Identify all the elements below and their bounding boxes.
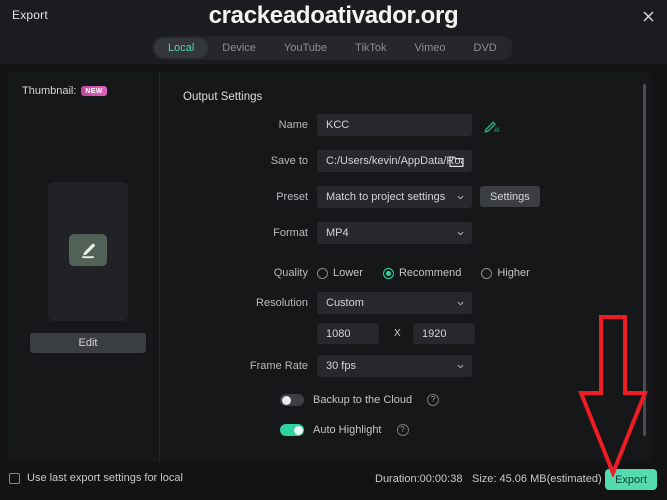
thumbnail-preview[interactable] [48,182,128,321]
svg-text:AI: AI [494,128,500,134]
watermark-text: crackeadoativador.org [208,2,459,29]
thumbnail-label-row: Thumbnail: NEW [22,85,107,97]
format-select[interactable]: MP4 [317,222,472,244]
ai-pen-icon[interactable]: AI [483,116,501,134]
resolution-dimensions-row: X [160,323,651,345]
format-label: Format [273,227,308,239]
backup-cloud-row: Backup to the Cloud ? [280,394,440,406]
chevron-down-icon [457,301,464,306]
auto-highlight-row: Auto Highlight ? [280,424,409,436]
resolution-separator: X [394,328,401,339]
format-row: Format MP4 [160,222,651,244]
help-icon[interactable]: ? [396,424,409,436]
folder-icon[interactable] [449,154,464,168]
thumbnail-label: Thumbnail: [22,85,77,97]
export-button[interactable]: Export [605,469,657,490]
size-text: Size: 45.06 MB(estimated) [472,473,602,485]
footer-bar: Use last export settings for local Durat… [0,466,667,500]
name-input[interactable] [317,114,472,136]
name-row: Name AI [160,114,651,136]
resolution-value: Custom [326,297,364,309]
name-label: Name [278,119,308,131]
quality-row: Quality Lower Recommend Higher [160,262,651,284]
pencil-icon[interactable] [69,233,107,266]
preset-select[interactable]: Match to project settings [317,186,472,208]
tab-device[interactable]: Device [208,38,270,58]
duration-text: Duration:00:00:38 [375,473,463,485]
radio-icon-selected [382,267,394,279]
preset-label: Preset [276,191,308,203]
resolution-row: Resolution Custom [160,292,651,314]
tab-local[interactable]: Local [154,38,209,58]
format-value: MP4 [326,227,349,239]
save-to-row: Save to [160,150,651,172]
resolution-width-input[interactable] [317,323,379,344]
frame-rate-select[interactable]: 30 fps [317,355,472,377]
frame-rate-value: 30 fps [326,360,356,372]
quality-label: Quality [273,267,308,279]
backup-cloud-label: Backup to the Cloud [313,394,413,406]
resolution-height-input[interactable] [413,323,475,344]
quality-option-higher[interactable]: Higher [481,267,530,279]
quality-option-label: Higher [497,267,530,279]
preset-settings-button[interactable]: Settings [480,186,540,207]
frame-rate-row: Frame Rate 30 fps [160,355,651,377]
export-dialog: Export crackeadoativador.org Local Devic… [0,0,667,500]
quality-option-label: Recommend [398,267,462,279]
quality-option-label: Lower [333,267,363,279]
resolution-select[interactable]: Custom [317,292,472,314]
destination-tabs: Local Device YouTube TikTok Vimeo DVD [152,36,513,60]
tab-youtube[interactable]: YouTube [270,38,341,58]
tab-dvd[interactable]: DVD [460,38,511,58]
output-settings-panel: Output Settings Name AI Save to [160,72,651,462]
auto-highlight-toggle[interactable] [280,424,304,436]
chevron-down-icon [457,195,464,200]
content-area: Thumbnail: NEW Edit Output Settings Name [8,72,651,462]
settings-scrollbar[interactable] [643,84,646,436]
chevron-down-icon [457,364,464,369]
thumbnail-edit-button[interactable]: Edit [30,333,146,353]
new-badge: NEW [81,86,107,96]
radio-icon [481,267,493,279]
preset-row: Preset Match to project settings Setting… [160,186,651,208]
save-to-label: Save to [270,155,308,167]
quality-option-recommend[interactable]: Recommend [382,267,462,279]
thumbnail-panel: Thumbnail: NEW Edit [8,72,160,462]
use-last-settings-label: Use last export settings for local [27,472,183,484]
toggle-knob [293,425,303,435]
quality-option-lower[interactable]: Lower [317,267,363,279]
auto-highlight-label: Auto Highlight [313,424,382,436]
help-icon[interactable]: ? [427,394,440,406]
chevron-down-icon [457,231,464,236]
title-bar: Export crackeadoativador.org [0,0,667,34]
backup-cloud-toggle[interactable] [280,394,304,406]
use-last-settings-checkbox[interactable] [9,472,20,484]
resolution-label: Resolution [256,297,308,309]
tab-vimeo[interactable]: Vimeo [401,38,460,58]
tab-tiktok[interactable]: TikTok [341,38,400,58]
preset-value: Match to project settings [326,191,446,203]
close-icon[interactable] [637,5,659,27]
radio-icon [317,267,328,279]
quality-radio-group: Lower Recommend Higher [317,262,530,284]
use-last-settings-row[interactable]: Use last export settings for local [9,472,183,484]
tab-bar: Local Device YouTube TikTok Vimeo DVD [0,34,667,64]
toggle-knob [281,395,291,405]
frame-rate-label: Frame Rate [249,360,308,372]
output-settings-title: Output Settings [183,91,263,103]
